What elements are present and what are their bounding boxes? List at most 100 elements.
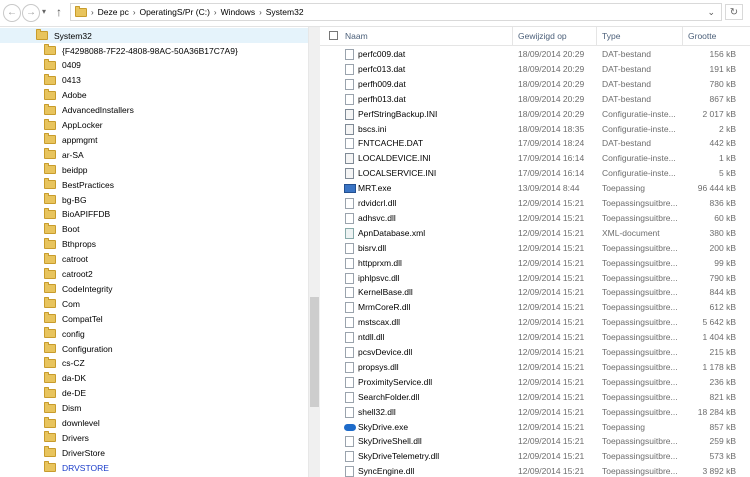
file-date: 12/09/2014 15:21 [518,361,585,372]
back-button[interactable]: ← [3,4,21,22]
file-row[interactable]: perfc013.dat 18/09/2014 20:29 DAT-bestand 1… [320,62,750,77]
file-date: 17/09/2014 18:24 [518,138,585,149]
tree-item[interactable]: CodeIntegrity [0,281,308,296]
file-row[interactable]: LOCALSERVICE.INI 17/09/2014 16:14 Configur… [320,166,750,181]
tree-item-system32[interactable]: System32 [0,28,308,43]
tree-item[interactable]: appmgmt [0,132,308,147]
tree-item[interactable]: DriverStore [0,445,308,460]
breadcrumb-item[interactable]: System32 [266,7,304,17]
address-bar[interactable]: › Deze pc › OperatingS/Pr (C:) › Windows… [70,3,722,21]
folder-icon [75,5,87,17]
file-row[interactable]: ApnDatabase.xml 12/09/2014 15:21 XML-docum… [320,226,750,241]
tree-item[interactable]: Boot [0,222,308,237]
tree-item[interactable]: CompatTel [0,311,308,326]
tree-item[interactable]: AdvancedInstallers [0,103,308,118]
file-row[interactable]: MrmCoreR.dll 12/09/2014 15:21 Toepassingsu… [320,300,750,315]
file-row[interactable]: MRT.exe 13/09/2014 8:44 Toepassing 96 444 k… [320,181,750,196]
tree-item[interactable]: Drivers [0,430,308,445]
chevron-right-icon[interactable]: › [133,8,136,17]
column-header-size[interactable]: Grootte [688,31,716,41]
column-header-date[interactable]: Gewijzigd op [518,31,567,41]
file-row[interactable]: SkyDriveShell.dll 12/09/2014 15:21 Toepass… [320,434,750,449]
file-type: Toepassingsuitbre... [602,272,678,283]
file-row[interactable]: bisrv.dll 12/09/2014 15:21 Toepassingsuitb… [320,241,750,256]
recent-locations-button[interactable]: ▾ [42,4,46,20]
file-row[interactable]: httpprxm.dll 12/09/2014 15:21 Toepassingsu… [320,256,750,271]
column-divider[interactable] [512,27,513,45]
tree-item[interactable]: cs-CZ [0,356,308,371]
folder-icon [44,103,56,115]
tree-item[interactable]: downlevel [0,416,308,431]
file-date: 12/09/2014 15:21 [518,391,585,402]
tree-item[interactable]: BestPractices [0,177,308,192]
tree-item[interactable]: da-DK [0,371,308,386]
tree-item[interactable]: catroot [0,252,308,267]
file-type: Toepassingsuitbre... [602,242,678,253]
tree-item[interactable]: AppLocker [0,118,308,133]
folder-icon [44,73,56,85]
breadcrumb-item[interactable]: OperatingS/Pr (C:) [140,7,210,17]
breadcrumb-item[interactable]: Deze pc [98,7,129,17]
tree-item[interactable]: 0413 [0,73,308,88]
file-row[interactable]: SkyDrive.exe 12/09/2014 15:21 Toepassing 85… [320,420,750,435]
tree-item[interactable]: config [0,326,308,341]
tree-item[interactable]: catroot2 [0,267,308,282]
chevron-right-icon[interactable]: › [214,8,217,17]
forward-button[interactable]: → [22,4,40,22]
tree-item[interactable]: bg-BG [0,192,308,207]
file-row[interactable]: propsys.dll 12/09/2014 15:21 Toepassingsui… [320,360,750,375]
folder-icon [36,29,48,40]
tree-item[interactable]: Com [0,296,308,311]
file-row[interactable]: SkyDriveTelemetry.dll 12/09/2014 15:21 Toe… [320,449,750,464]
tree-scrollbar[interactable] [308,27,320,477]
chevron-right-icon[interactable]: › [259,8,262,17]
refresh-button[interactable]: ↻ [725,4,743,20]
file-row[interactable]: iphlpsvc.dll 12/09/2014 15:21 Toepassingsu… [320,271,750,286]
file-row[interactable]: ProximityService.dll 12/09/2014 15:21 Toep… [320,375,750,390]
file-row[interactable]: mstscax.dll 12/09/2014 15:21 Toepassingsui… [320,315,750,330]
file-row[interactable]: SyncEngine.dll 12/09/2014 15:21 Toepassing… [320,464,750,477]
file-row[interactable]: bscs.ini 18/09/2014 18:35 Configuratie-ins… [320,122,750,137]
tree-item[interactable]: {F4298088-7F22-4808-98AC-50A36B17C7A9} [0,43,308,58]
column-divider[interactable] [596,27,597,45]
tree-item[interactable]: Configuration [0,341,308,356]
file-row[interactable]: FNTCACHE.DAT 17/09/2014 18:24 DAT-bestand 4… [320,136,750,151]
scrollbar-thumb[interactable] [310,297,319,407]
file-name: SkyDriveTelemetry.dll [358,451,440,462]
column-header-row: Naam Gewijzigd op Type Grootte [320,27,750,46]
file-row[interactable]: shell32.dll 12/09/2014 15:21 Toepassingsui… [320,405,750,420]
breadcrumb-item[interactable]: Windows [221,7,255,17]
column-header-type[interactable]: Type [602,31,620,41]
select-all-checkbox[interactable] [329,31,338,40]
file-row[interactable]: perfc009.dat 18/09/2014 20:29 DAT-bestand 1… [320,47,750,62]
tree-item[interactable]: BioAPIFFDB [0,207,308,222]
file-date: 12/09/2014 15:21 [518,302,585,313]
file-row[interactable]: rdvidcrl.dll 12/09/2014 15:21 Toepassingsu… [320,196,750,211]
file-row[interactable]: ntdll.dll 12/09/2014 15:21 Toepassingsuitb… [320,330,750,345]
chevron-right-icon[interactable]: › [91,8,94,17]
file-row[interactable]: adhsvc.dll 12/09/2014 15:21 Toepassingsuit… [320,211,750,226]
file-row[interactable]: PerfStringBackup.INI 18/09/2014 20:29 Conf… [320,107,750,122]
tree-item[interactable]: de-DE [0,386,308,401]
file-row[interactable]: perfh013.dat 18/09/2014 20:29 DAT-bestand 8… [320,92,750,107]
tree-item[interactable]: Dism [0,401,308,416]
address-dropdown-icon[interactable]: ⌄ [707,7,715,18]
settings-file-icon [345,108,354,120]
up-button[interactable]: ↑ [56,4,62,20]
file-row[interactable]: SearchFolder.dll 12/09/2014 15:21 Toepassi… [320,390,750,405]
tree-item[interactable]: DRVSTORE [0,460,308,475]
file-size: 867 kB [709,93,736,104]
file-row[interactable]: pcsvDevice.dll 12/09/2014 15:21 Toepassing… [320,345,750,360]
tree-item[interactable]: 0409 [0,58,308,73]
file-row[interactable]: KernelBase.dll 12/09/2014 15:21 Toepassing… [320,285,750,300]
tree-item[interactable]: Adobe [0,88,308,103]
tree-item[interactable]: beidpp [0,162,308,177]
file-row[interactable]: perfh009.dat 18/09/2014 20:29 DAT-bestand 7… [320,77,750,92]
file-size: 836 kB [709,198,736,208]
tree-item[interactable]: Bthprops [0,237,308,252]
column-divider[interactable] [682,27,683,45]
column-header-name[interactable]: Naam [345,31,368,41]
file-icon [345,361,354,373]
file-row[interactable]: LOCALDEVICE.INI 17/09/2014 16:14 Configura… [320,151,750,166]
tree-item[interactable]: ar-SA [0,147,308,162]
